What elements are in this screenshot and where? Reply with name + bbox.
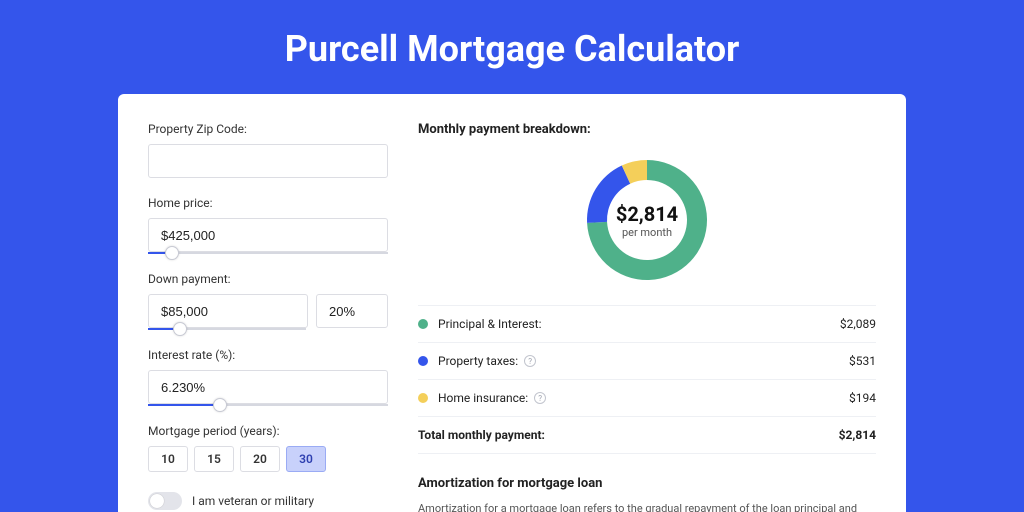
down-payment-slider[interactable] — [148, 328, 306, 330]
donut-center: $2,814 per month — [582, 155, 712, 285]
veteran-label: I am veteran or military — [192, 494, 314, 508]
legend: Principal & Interest:$2,089Property taxe… — [418, 305, 876, 417]
info-icon[interactable]: ? — [534, 392, 546, 404]
veteran-toggle[interactable] — [148, 492, 182, 510]
down-payment-input[interactable] — [148, 294, 308, 328]
slider-thumb[interactable] — [165, 246, 179, 260]
legend-dot — [418, 356, 428, 366]
donut-amount: $2,814 — [616, 202, 678, 226]
calculator-panel: Property Zip Code: Home price: Down paym… — [118, 94, 906, 512]
form-column: Property Zip Code: Home price: Down paym… — [148, 122, 388, 512]
info-icon[interactable]: ? — [524, 355, 536, 367]
legend-row: Principal & Interest:$2,089 — [418, 306, 876, 343]
donut-chart: $2,814 per month — [418, 155, 876, 285]
period-field: Mortgage period (years): 10152030 — [148, 424, 388, 472]
slider-thumb[interactable] — [213, 398, 227, 412]
interest-input[interactable] — [148, 370, 388, 404]
legend-label: Principal & Interest: — [438, 317, 840, 331]
period-btn-20[interactable]: 20 — [240, 446, 280, 472]
veteran-row: I am veteran or military — [148, 492, 388, 510]
interest-label: Interest rate (%): — [148, 348, 388, 362]
legend-row: Home insurance:?$194 — [418, 380, 876, 417]
total-value: $2,814 — [839, 428, 876, 442]
zip-field: Property Zip Code: — [148, 122, 388, 178]
page-title: Purcell Mortgage Calculator — [0, 0, 1024, 94]
home-price-label: Home price: — [148, 196, 388, 210]
legend-label: Home insurance:? — [438, 391, 849, 405]
breakdown-column: Monthly payment breakdown: $2,814 per mo… — [418, 122, 876, 512]
zip-input[interactable] — [148, 144, 388, 178]
total-label: Total monthly payment: — [418, 428, 839, 442]
legend-dot — [418, 319, 428, 329]
home-price-input[interactable] — [148, 218, 388, 252]
down-payment-pct-input[interactable] — [316, 294, 388, 328]
legend-value: $2,089 — [840, 317, 876, 331]
legend-row: Property taxes:?$531 — [418, 343, 876, 380]
down-payment-label: Down payment: — [148, 272, 388, 286]
legend-value: $194 — [849, 391, 876, 405]
donut-sub: per month — [622, 226, 672, 239]
amortization-title: Amortization for mortgage loan — [418, 476, 876, 491]
period-label: Mortgage period (years): — [148, 424, 388, 438]
interest-slider[interactable] — [148, 404, 388, 406]
period-btn-10[interactable]: 10 — [148, 446, 188, 472]
toggle-knob — [150, 494, 164, 508]
zip-label: Property Zip Code: — [148, 122, 388, 136]
interest-field: Interest rate (%): — [148, 348, 388, 406]
period-btn-15[interactable]: 15 — [194, 446, 234, 472]
amortization-text: Amortization for a mortgage loan refers … — [418, 501, 876, 512]
home-price-field: Home price: — [148, 196, 388, 254]
down-payment-field: Down payment: — [148, 272, 388, 330]
total-row: Total monthly payment: $2,814 — [418, 417, 876, 454]
legend-value: $531 — [849, 354, 876, 368]
slider-thumb[interactable] — [173, 322, 187, 336]
legend-dot — [418, 393, 428, 403]
legend-label: Property taxes:? — [438, 354, 849, 368]
period-btn-30[interactable]: 30 — [286, 446, 326, 472]
home-price-slider[interactable] — [148, 252, 388, 254]
breakdown-title: Monthly payment breakdown: — [418, 122, 876, 137]
